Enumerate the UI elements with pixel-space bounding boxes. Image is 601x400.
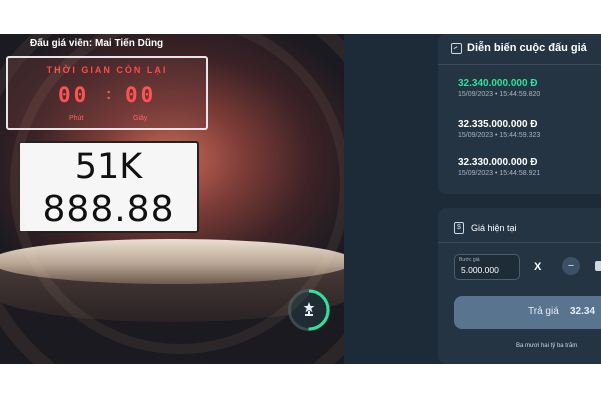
- bid-time: 15/09/2023 • 15:44:58.921: [458, 170, 541, 177]
- divider: [438, 242, 601, 243]
- place-bid-label: Trả giá: [528, 306, 559, 317]
- plate-line-1: 51K: [74, 147, 143, 187]
- auctioneer-label: Đấu giá viên: Mai Tiến Dũng: [30, 38, 164, 49]
- current-price-panel: $ Giá hiện tại Bước giá 5.000.000 X − Tr…: [438, 208, 601, 364]
- countdown-timer: THỜI GIAN CÒN LẠI 00 : 00 Phút Giây: [6, 56, 208, 130]
- podium-glow: [40, 292, 300, 306]
- bid-history-title: Diễn biến cuộc đấu giá: [467, 42, 587, 54]
- place-bid-amount: 32.34: [570, 306, 596, 317]
- star-gavel-icon: [303, 302, 315, 316]
- timer-minutes: 00: [58, 83, 90, 107]
- bid-entry: 32.330.000.000 Đ 15/09/2023 • 15:44:58.9…: [458, 157, 540, 177]
- chart-icon: [451, 42, 462, 54]
- license-plate: 51K 888.88: [18, 141, 199, 233]
- bid-history-panel: Diễn biến cuộc đấu giá 32.340.000.000 Đ …: [438, 34, 601, 194]
- plate-line-2: 888.88: [42, 189, 175, 230]
- bid-step-value: 5.000.000: [461, 265, 499, 275]
- amount-in-words: Ba mươi hai tỷ ba trăm: [516, 343, 578, 349]
- bid-amount: 32.330.000.000 Đ: [458, 157, 538, 168]
- multiply-sign: X: [534, 261, 542, 273]
- auction-screen: Đấu giá viên: Mai Tiến Dũng THỜI GIAN CÒ…: [0, 34, 601, 364]
- timer-colon: :: [106, 86, 112, 103]
- minutes-unit: Phút: [69, 115, 84, 122]
- current-price-header: $ Giá hiện tại: [454, 222, 517, 234]
- dollar-icon: $: [454, 222, 464, 234]
- bid-history-header: Diễn biến cuộc đấu giá: [451, 42, 587, 54]
- bid-step-label: Bước giá: [459, 257, 480, 263]
- seconds-unit: Giây: [133, 115, 148, 122]
- bid-entry: 32.335.000.000 Đ 15/09/2023 • 15:44:59.3…: [458, 119, 540, 139]
- timer-seconds: 00: [125, 83, 157, 107]
- bid-amount: 32.335.000.000 Đ: [458, 119, 538, 130]
- auction-emblem: [288, 289, 330, 331]
- bid-step-field[interactable]: Bước giá 5.000.000: [454, 254, 520, 280]
- auction-stage: Đấu giá viên: Mai Tiến Dũng THỜI GIAN CÒ…: [0, 34, 344, 364]
- increase-button[interactable]: [595, 261, 601, 271]
- current-price-title: Giá hiện tại: [471, 223, 517, 233]
- place-bid-button[interactable]: Trả giá 32.34: [454, 296, 601, 329]
- bid-time: 15/09/2023 • 15:44:59.820: [458, 91, 541, 98]
- bid-time: 15/09/2023 • 15:44:59.323: [458, 132, 541, 139]
- bid-amount: 32.340.000.000 Đ: [458, 78, 538, 89]
- bid-entry: 32.340.000.000 Đ 15/09/2023 • 15:44:59.8…: [458, 78, 540, 98]
- divider: [438, 64, 601, 65]
- podium-top: [0, 239, 344, 284]
- timer-title: THỜI GIAN CÒN LẠI: [46, 65, 168, 75]
- decrease-button[interactable]: −: [562, 257, 580, 275]
